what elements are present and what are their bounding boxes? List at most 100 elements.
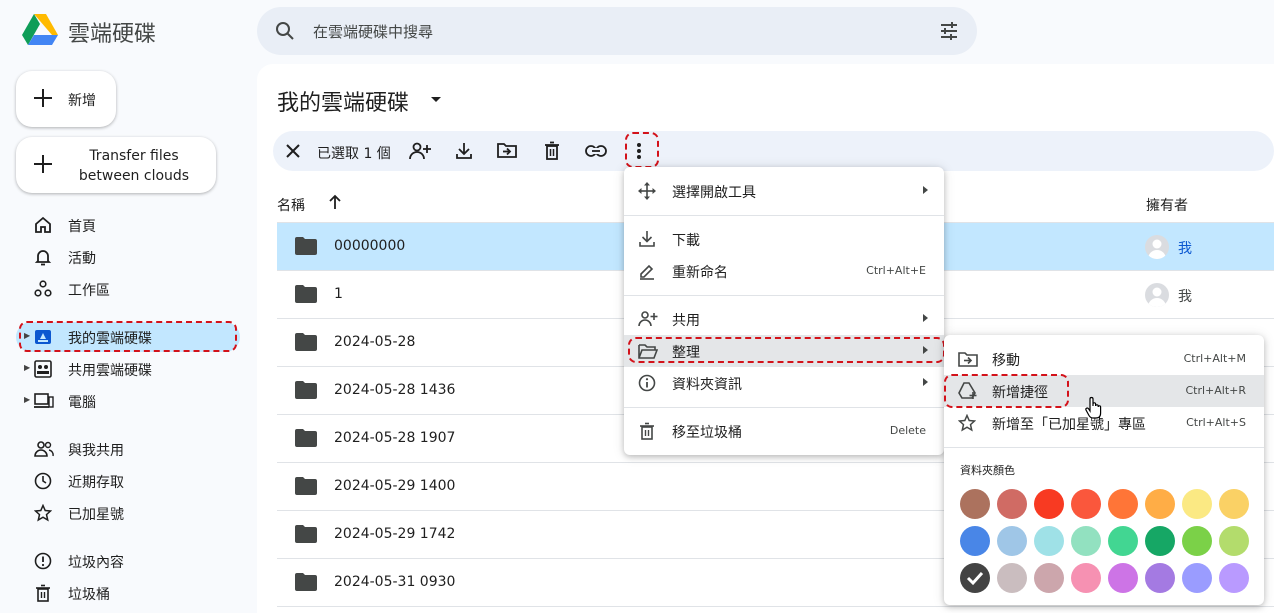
color-swatch[interactable]: [1219, 489, 1249, 519]
shared-drives-icon: [34, 360, 52, 378]
color-swatch[interactable]: [960, 489, 990, 519]
menu-item-move-to-trash[interactable]: 移至垃圾桶 Delete: [624, 415, 944, 447]
color-swatch[interactable]: [1108, 563, 1138, 593]
clock-icon: [34, 472, 52, 490]
expand-caret-icon[interactable]: ▶: [24, 363, 30, 372]
download-icon: [638, 230, 656, 248]
chevron-down-icon[interactable]: [430, 96, 442, 104]
color-swatch[interactable]: [1145, 563, 1175, 593]
plus-icon: [32, 87, 54, 109]
folder-icon: [295, 333, 317, 351]
color-swatch[interactable]: [997, 526, 1027, 556]
selection-count: 已選取 1 個: [317, 146, 391, 162]
folder-icon: [295, 573, 317, 591]
hand-cursor-icon: [1084, 396, 1102, 420]
sidebar-item-recent[interactable]: 近期存取: [16, 466, 240, 496]
sidebar-item-label: 垃圾桶: [68, 587, 110, 603]
file-name: 2024-05-28 1436: [334, 382, 456, 398]
search-bar[interactable]: 在雲端硬碟中搜尋: [257, 7, 977, 55]
menu-item-label: 移至垃圾桶: [672, 425, 742, 441]
menu-item-download[interactable]: 下載: [624, 223, 944, 255]
color-swatch[interactable]: [997, 489, 1027, 519]
sidebar-item-label: 與我共用: [68, 443, 124, 459]
move-arrows-icon: [638, 182, 656, 200]
download-icon[interactable]: [455, 141, 473, 161]
close-icon[interactable]: [285, 143, 301, 159]
search-options-icon[interactable]: [939, 21, 959, 41]
owner-name: 我: [1178, 241, 1192, 257]
menu-item-label: 下載: [672, 233, 700, 249]
file-name: 1: [334, 286, 343, 302]
color-swatch[interactable]: [1071, 526, 1101, 556]
spam-icon: [34, 552, 52, 570]
sidebar-item-trash[interactable]: 垃圾桶: [16, 578, 240, 608]
menu-item-rename[interactable]: 重新命名 Ctrl+Alt+E: [624, 255, 944, 287]
shortcut-text: Ctrl+Alt+S: [1186, 416, 1246, 429]
menu-item-move[interactable]: 移動 Ctrl+Alt+M: [944, 343, 1264, 375]
link-icon[interactable]: [585, 144, 607, 158]
file-name: 2024-05-28 1907: [334, 430, 456, 446]
sidebar-item-shared-drives[interactable]: ▶ 共用雲端硬碟: [16, 354, 240, 384]
color-swatch[interactable]: [997, 563, 1027, 593]
sidebar-item-starred[interactable]: 已加星號: [16, 498, 240, 528]
new-button-label: 新增: [68, 93, 96, 109]
menu-item-label: 移動: [992, 353, 1020, 369]
sidebar-item-computers[interactable]: ▶ 電腦: [16, 386, 240, 416]
bell-icon: [34, 248, 52, 266]
transfer-button[interactable]: Transfer files between clouds: [16, 137, 216, 193]
color-swatch[interactable]: [1182, 526, 1212, 556]
color-swatch[interactable]: [1034, 563, 1064, 593]
expand-caret-icon[interactable]: ▶: [24, 395, 30, 404]
trash-icon[interactable]: [543, 141, 561, 161]
color-swatch[interactable]: [960, 526, 990, 556]
color-swatch[interactable]: [1145, 526, 1175, 556]
sidebar-item-shared-with-me[interactable]: 與我共用: [16, 434, 240, 464]
menu-item-open-with[interactable]: 選擇開啟工具: [624, 175, 944, 207]
color-swatch[interactable]: [1219, 563, 1249, 593]
move-to-folder-icon[interactable]: [497, 141, 517, 159]
color-swatch[interactable]: [1145, 489, 1175, 519]
move-to-folder-icon: [958, 350, 978, 368]
sidebar-item-activity[interactable]: 活動: [16, 242, 240, 272]
star-icon: [34, 504, 52, 522]
search-input[interactable]: 在雲端硬碟中搜尋: [313, 21, 433, 42]
color-swatch[interactable]: [1182, 563, 1212, 593]
share-person-icon[interactable]: [409, 141, 431, 161]
trash-icon: [34, 584, 52, 602]
sidebar-item-home[interactable]: 首頁: [16, 210, 240, 240]
color-swatch[interactable]: [1071, 489, 1101, 519]
column-header-name[interactable]: 名稱: [277, 195, 305, 215]
color-swatch[interactable]: [1219, 526, 1249, 556]
menu-item-share[interactable]: 共用: [624, 303, 944, 335]
sidebar-item-spam[interactable]: 垃圾內容: [16, 546, 240, 576]
color-swatch[interactable]: [960, 563, 990, 593]
folder-icon: [295, 285, 317, 303]
search-icon[interactable]: [275, 21, 295, 41]
drive-logo[interactable]: [22, 14, 58, 48]
folder-icon: [295, 477, 317, 495]
file-name: 2024-05-29 1400: [334, 478, 456, 494]
color-swatch[interactable]: [1034, 489, 1064, 519]
color-swatch[interactable]: [1182, 489, 1212, 519]
menu-item-add-to-starred[interactable]: 新增至「已加星號」專區 Ctrl+Alt+S: [944, 407, 1264, 439]
color-swatch[interactable]: [1071, 563, 1101, 593]
avatar: [1145, 235, 1169, 259]
color-swatch[interactable]: [1108, 489, 1138, 519]
menu-item-label: 重新命名: [672, 265, 728, 281]
check-icon: [966, 571, 984, 586]
page-title[interactable]: 我的雲端硬碟: [277, 85, 409, 117]
shortcut-text: Ctrl+Alt+R: [1185, 384, 1246, 397]
sidebar-item-label: 共用雲端硬碟: [68, 363, 152, 379]
submenu-arrow-icon: [923, 314, 928, 322]
new-button[interactable]: 新增: [16, 71, 116, 127]
sidebar-item-workspaces[interactable]: 工作區: [16, 274, 240, 304]
menu-item-folder-info[interactable]: 資料夾資訊: [624, 367, 944, 399]
file-name: 00000000: [334, 238, 406, 254]
arrow-up-icon[interactable]: [328, 194, 342, 210]
color-swatch[interactable]: [1108, 526, 1138, 556]
menu-item-label: 資料夾資訊: [672, 377, 742, 393]
file-name: 2024-05-29 1742: [334, 526, 456, 542]
color-swatch[interactable]: [1034, 526, 1064, 556]
sidebar-item-label: 已加星號: [68, 507, 124, 523]
highlight-outline: [944, 374, 1069, 408]
